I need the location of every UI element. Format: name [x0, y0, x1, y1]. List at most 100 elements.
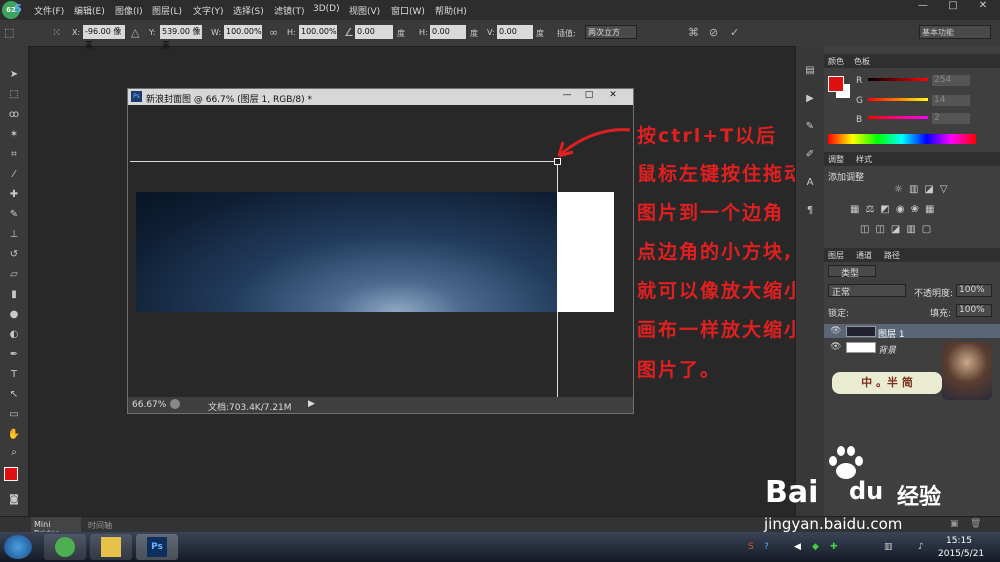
color-foreground-swatch[interactable]	[828, 76, 844, 92]
doc-maximize-button[interactable]: □	[578, 90, 600, 102]
delta-icon[interactable]: △	[131, 26, 139, 39]
menu-item[interactable]: 选择(S)	[233, 4, 264, 17]
rectangle-tool-icon[interactable]: ▭	[7, 408, 21, 422]
eraser-tool-icon[interactable]: ▱	[7, 268, 21, 282]
r-slider[interactable]	[868, 78, 928, 81]
brush-presets-icon[interactable]: ✐	[803, 148, 817, 162]
x-input[interactable]: -96.00 像素	[83, 25, 125, 50]
doc-close-button[interactable]: ✕	[602, 90, 624, 102]
tab-paths[interactable]: 路径	[884, 250, 900, 261]
visibility-eye-icon[interactable]: 👁	[830, 326, 841, 336]
visibility-eye-icon[interactable]: 👁	[830, 342, 841, 352]
start-button-icon[interactable]	[4, 535, 32, 559]
brush-panel-icon[interactable]: ✎	[803, 120, 817, 134]
zoom-level[interactable]: 66.67%	[132, 400, 166, 410]
menu-item[interactable]: 视图(V)	[349, 4, 380, 17]
tab-mini-bridge[interactable]: Mini Bridge	[31, 517, 81, 538]
maximize-button[interactable]: □	[938, 0, 968, 14]
tab-color[interactable]: 颜色	[828, 56, 844, 67]
close-button[interactable]: ✕	[968, 0, 998, 14]
type-tool-icon[interactable]: T	[7, 368, 21, 382]
new-layer-icon[interactable]: ▣	[950, 519, 959, 529]
character-panel-icon[interactable]: A	[803, 176, 817, 190]
menu-item[interactable]: 帮助(H)	[435, 4, 467, 17]
opacity-input[interactable]: 100%	[956, 284, 992, 297]
menu-item[interactable]: 文字(Y)	[193, 4, 224, 17]
tab-layers[interactable]: 图层	[828, 250, 844, 261]
move-tool-icon[interactable]: ➤	[7, 68, 21, 82]
stamp-tool-icon[interactable]: ⊥	[7, 228, 21, 242]
history-panel-icon[interactable]: ▤	[803, 64, 817, 78]
magic-wand-icon[interactable]: ✶	[7, 128, 21, 142]
eyedropper-icon[interactable]: ⁄	[7, 168, 21, 182]
g-slider[interactable]	[868, 98, 928, 101]
tab-styles[interactable]: 样式	[856, 154, 872, 165]
gradient-tool-icon[interactable]: ▮	[7, 288, 21, 302]
tab-adjustments[interactable]: 调整	[828, 154, 844, 165]
pen-tool-icon[interactable]: ✒	[7, 348, 21, 362]
brush-tool-icon[interactable]: ✎	[7, 208, 21, 222]
adjustment-icons-row-2[interactable]: ▦⚖◩◉❀▦	[850, 204, 940, 215]
tray-plus-icon[interactable]: ✚	[830, 542, 838, 552]
taskbar-app-2[interactable]	[90, 534, 132, 560]
r-value[interactable]: 254	[932, 75, 970, 86]
tab-swatches[interactable]: 色板	[854, 56, 870, 67]
vskew-input[interactable]: 0.00	[497, 25, 533, 39]
reference-point-icon[interactable]: ⁙	[52, 26, 61, 39]
paragraph-panel-icon[interactable]: ¶	[803, 204, 817, 218]
taskbar-app-1[interactable]	[44, 534, 86, 560]
menu-item[interactable]: 编辑(E)	[74, 4, 105, 17]
commit-icon[interactable]: ✓	[730, 26, 739, 39]
layer-name[interactable]: 图层 1	[878, 327, 905, 340]
g-value[interactable]: 14	[932, 95, 970, 106]
status-menu-arrow-icon[interactable]: ▶	[308, 399, 315, 409]
adjustment-icons-row-1[interactable]: ☼▥◪▽	[894, 184, 954, 195]
b-value[interactable]: 2	[932, 113, 970, 124]
tray-shield-icon[interactable]: ◆	[812, 542, 819, 552]
layer-filter-select[interactable]: 类型	[828, 265, 876, 279]
menu-item[interactable]: 文件(F)	[34, 4, 64, 17]
menu-item[interactable]: 图层(L)	[152, 4, 182, 17]
menu-item[interactable]: 窗口(W)	[391, 4, 425, 17]
zoom-tool-icon[interactable]: ⌕	[7, 446, 21, 460]
cancel-icon[interactable]: ⊘	[709, 26, 718, 39]
menu-item[interactable]: 3D(D)	[313, 4, 340, 14]
actions-panel-icon[interactable]: ▶	[803, 92, 817, 106]
marquee-tool-icon[interactable]: ⬚	[7, 88, 21, 102]
hand-tool-icon[interactable]: ✋	[7, 428, 21, 442]
document-titlebar[interactable]: Ps 新浪封面图 @ 66.7% (图层 1, RGB/8) * — □ ✕	[128, 89, 633, 105]
warp-icon[interactable]: ⌘	[688, 26, 699, 39]
fill-input[interactable]: 100%	[956, 304, 992, 317]
lasso-tool-icon[interactable]: ꝏ	[7, 108, 21, 122]
menu-item[interactable]: 图像(I)	[115, 4, 143, 17]
y-input[interactable]: 539.00 像素	[160, 25, 202, 50]
minimize-button[interactable]: —	[908, 0, 938, 14]
tray-network-icon[interactable]: ▥	[884, 542, 893, 552]
blend-mode-select[interactable]: 正常	[828, 284, 906, 298]
tray-help-icon[interactable]: ?	[764, 542, 769, 552]
blur-tool-icon[interactable]: ●	[7, 308, 21, 322]
crop-tool-icon[interactable]: ⌗	[7, 148, 21, 162]
history-brush-icon[interactable]: ↺	[7, 248, 21, 262]
path-select-icon[interactable]: ↖	[7, 388, 21, 402]
delete-layer-icon[interactable]: 🗑	[970, 519, 981, 529]
hskew-input[interactable]: 0.00	[430, 25, 466, 39]
tab-timeline[interactable]: 时间轴	[88, 520, 112, 531]
quick-mask-icon[interactable]: ◙	[7, 493, 21, 507]
workspace-select[interactable]: 基本功能	[919, 25, 991, 39]
clock-date[interactable]: 2015/5/21	[938, 549, 984, 559]
tray-volume-icon[interactable]: ◀	[794, 542, 801, 552]
tray-speaker-icon[interactable]: ♪	[918, 542, 924, 552]
status-info-icon[interactable]	[170, 399, 180, 409]
w-input[interactable]: 100.00%	[224, 25, 262, 39]
layer-name[interactable]: 背景	[878, 343, 896, 356]
b-slider[interactable]	[868, 116, 928, 119]
angle-input[interactable]: 0.00	[355, 25, 393, 39]
clock-time[interactable]: 15:15	[946, 536, 972, 546]
adjustment-icons-row-3[interactable]: ◫◫◪▥▢	[860, 224, 937, 235]
link-icon[interactable]: ∞	[269, 26, 278, 39]
color-spectrum[interactable]	[828, 134, 976, 144]
h-input[interactable]: 100.00%	[299, 25, 337, 39]
transform-tool-icon[interactable]: ⬚	[4, 26, 14, 39]
layer-row[interactable]: 👁 图层 1	[824, 324, 1000, 340]
